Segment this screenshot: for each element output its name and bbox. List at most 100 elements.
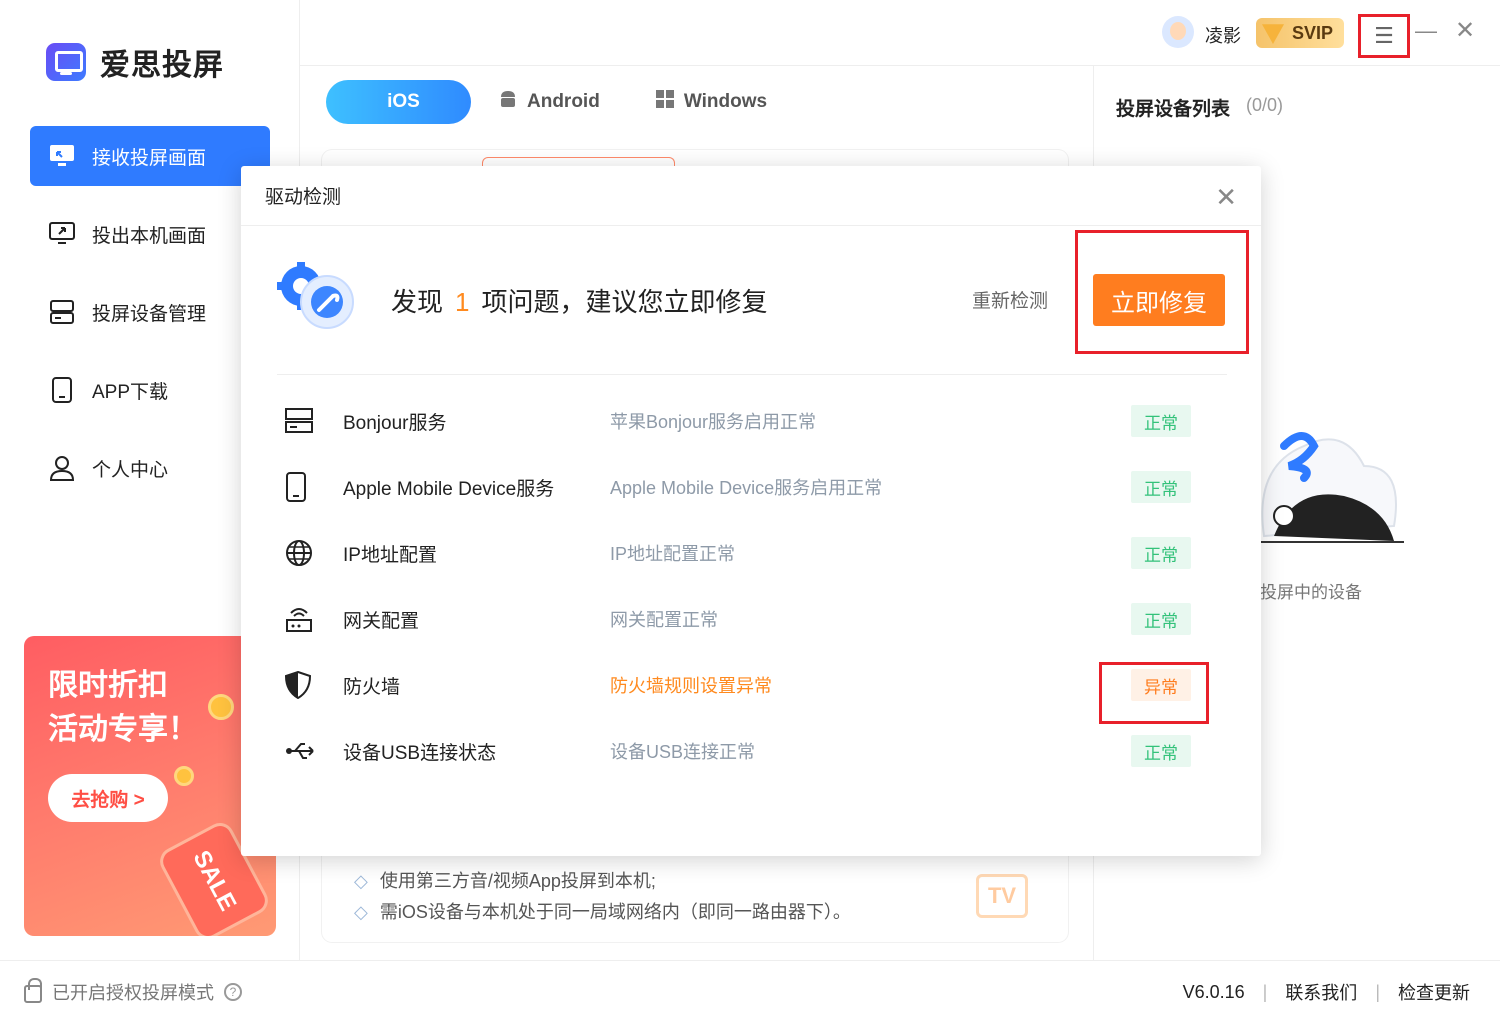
tip-item: ◇ 使用第三方音/视频App投屏到本机; (354, 871, 656, 891)
avatar[interactable] (1162, 16, 1194, 48)
check-row-apple-mobile-device: Apple Mobile Device服务 Apple Mobile Devic… (277, 454, 1227, 520)
device-list-title: 投屏设备列表 (1116, 99, 1231, 120)
status-badge: 正常 (1131, 471, 1191, 503)
minimize-button[interactable]: — (1415, 18, 1437, 44)
promo-buy-button[interactable]: 去抢购 > (48, 774, 168, 822)
divider (277, 374, 1227, 375)
check-row-ip: IP地址配置 IP地址配置正常 正常 (277, 520, 1227, 586)
footer-links: V6.0.16 | 联系我们 | 检查更新 (1183, 979, 1470, 1005)
footer: 已开启授权投屏模式 ? V6.0.16 | 联系我们 | 检查更新 (0, 960, 1500, 1020)
tv-icon: TV (976, 874, 1028, 918)
separator: | (1262, 981, 1268, 1002)
sidebar-item-profile[interactable]: 个人中心 (30, 438, 270, 498)
contact-link[interactable]: 联系我们 (1285, 979, 1357, 1005)
auth-mode-text: 已开启授权投屏模式 (52, 983, 214, 1003)
platform-tabs: iOS Android Windows (326, 80, 795, 124)
window-close-button[interactable]: ✕ (1455, 16, 1475, 45)
check-desc: 设备USB连接正常 (610, 742, 756, 762)
tab-android[interactable]: Android (471, 80, 628, 124)
check-summary: 发现 1 项问题，建议您立即修复 重新检测 立即修复 (277, 230, 1249, 372)
receive-screen-icon (48, 142, 76, 170)
check-desc: Apple Mobile Device服务启用正常 (610, 478, 883, 498)
check-row-bonjour: Bonjour服务 苹果Bonjour服务启用正常 正常 (277, 388, 1227, 454)
check-name: 设备USB连接状态 (343, 742, 497, 764)
sleeping-mascot-icon (1254, 432, 1404, 543)
usb-icon (277, 740, 325, 762)
cast-screen-icon (48, 220, 76, 248)
auth-mode[interactable]: 已开启授权投屏模式 ? (24, 978, 242, 1005)
tab-windows[interactable]: Windows (628, 80, 795, 124)
phone-icon (48, 376, 76, 404)
status-badge: 正常 (1131, 537, 1191, 569)
dialog-close-button[interactable]: ✕ (1215, 182, 1237, 213)
version-text: V6.0.16 (1182, 981, 1245, 1002)
android-icon (499, 89, 517, 115)
check-name: 防火墙 (343, 676, 401, 698)
svip-badge[interactable]: SVIP (1256, 18, 1344, 48)
app-logo: 爱思投屏 (46, 40, 224, 84)
user-name[interactable]: 凌影 (1205, 22, 1241, 48)
check-update-link[interactable]: 检查更新 (1398, 979, 1470, 1005)
separator: | (1375, 981, 1380, 1002)
device-manage-icon (48, 298, 76, 326)
issue-count: 1 (455, 287, 470, 317)
sidebar-item-label: 投出本机画面 (92, 225, 207, 247)
status-badge: 异常 (1131, 669, 1191, 701)
check-row-usb: 设备USB连接状态 设备USB连接正常 正常 (277, 718, 1227, 784)
top-header: 凌影 SVIP ☰ — ✕ (300, 0, 1500, 66)
device-count: (0/0) (1246, 95, 1284, 115)
sidebar-item-label: APP下载 (92, 381, 169, 403)
fix-now-button[interactable]: 立即修复 (1093, 274, 1225, 326)
check-desc: 网关配置正常 (610, 610, 718, 630)
recheck-link[interactable]: 重新检测 (972, 286, 1048, 313)
logo-icon (46, 43, 86, 81)
check-desc: 苹果Bonjour服务启用正常 (610, 412, 817, 432)
sidebar-item-label: 接收投屏画面 (92, 147, 207, 169)
check-name: Bonjour服务 (343, 412, 447, 434)
check-list: Bonjour服务 苹果Bonjour服务启用正常 正常 Apple Mobil… (277, 388, 1227, 784)
diamond-icon: ◇ (354, 902, 368, 922)
tip-item: ◇ 需iOS设备与本机处于同一局域网络内（即同一路由器下）。 (354, 902, 851, 922)
coin-icon (174, 766, 194, 786)
sidebar-item-receive[interactable]: 接收投屏画面 (30, 126, 270, 186)
user-icon (48, 454, 76, 482)
mobile-icon (277, 472, 325, 502)
gear-wrench-icon (277, 262, 354, 329)
status-badge: 正常 (1131, 405, 1191, 437)
check-desc: 防火墙规则设置异常 (610, 676, 772, 696)
coin-icon (208, 694, 234, 720)
driver-check-dialog: 驱动检测 ✕ 发现 1 项问题，建议您立即修复 重新检测 立即修复 Bonjour服… (241, 166, 1261, 856)
promo-title: 限时折扣 活动专享！ (48, 669, 198, 746)
dialog-title: 驱动检测 (265, 187, 342, 208)
tips-list: ◇ 使用第三方音/视频App投屏到本机; ◇ 需iOS设备与本机处于同一局域网络内（… (354, 866, 851, 928)
server-icon (277, 408, 325, 434)
check-name: 网关配置 (343, 610, 420, 632)
close-icon: ✕ (1455, 17, 1476, 44)
promo-banner[interactable]: 限时折扣 活动专享！ 去抢购 > SALE (24, 636, 276, 936)
summary-text: 发现 1 项问题，建议您立即修复 (391, 287, 768, 317)
router-icon (277, 605, 325, 633)
vip-icon (1262, 24, 1284, 44)
sidebar-item-cast[interactable]: 投出本机画面 (30, 204, 270, 264)
shield-icon (277, 671, 325, 699)
menu-button[interactable]: ☰ (1358, 14, 1410, 58)
check-name: Apple Mobile Device服务 (343, 478, 555, 500)
tab-ios[interactable]: iOS (326, 80, 471, 124)
empty-device-text: 投屏中的设备 (1260, 583, 1362, 602)
hamburger-icon: ☰ (1374, 23, 1394, 48)
check-row-firewall: 防火墙 防火墙规则设置异常 异常 (277, 652, 1227, 724)
check-desc: IP地址配置正常 (610, 544, 736, 564)
diamond-icon: ◇ (354, 871, 368, 891)
dialog-header: 驱动检测 ✕ (241, 166, 1261, 226)
sidebar-item-device-manage[interactable]: 投屏设备管理 (30, 282, 270, 342)
minimize-icon: — (1415, 18, 1437, 43)
check-row-gateway: 网关配置 网关配置正常 正常 (277, 586, 1227, 652)
app-name: 爱思投屏 (100, 49, 224, 82)
sidebar-item-app-download[interactable]: APP下载 (30, 360, 270, 420)
status-badge: 正常 (1131, 735, 1191, 767)
close-icon: ✕ (1215, 182, 1237, 212)
help-icon[interactable]: ? (224, 983, 242, 1001)
check-name: IP地址配置 (343, 544, 437, 566)
status-badge: 正常 (1131, 603, 1191, 635)
sidebar-item-label: 个人中心 (92, 459, 169, 481)
